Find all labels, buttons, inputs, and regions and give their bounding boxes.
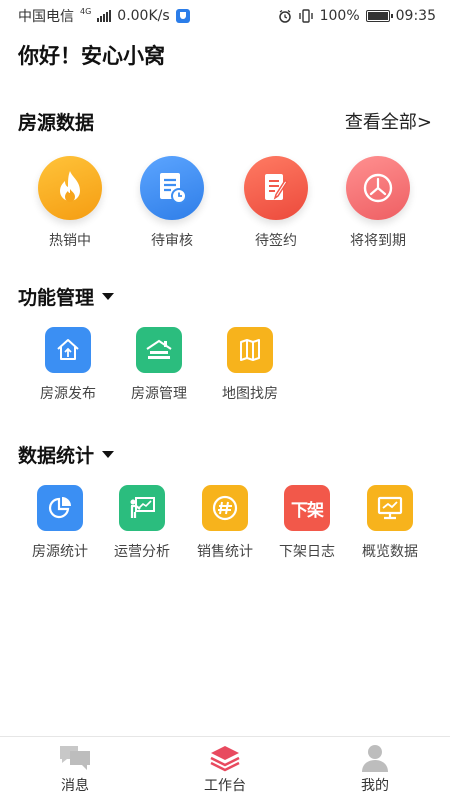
listing-item-expiring[interactable]: 将将到期 <box>345 156 411 250</box>
listing-item-label: 待签约 <box>255 233 297 249</box>
delist-icon-text: 下架 <box>291 500 324 521</box>
pie-chart-icon <box>37 485 83 531</box>
caret-down-icon <box>102 293 115 300</box>
hashtag-icon <box>202 485 248 531</box>
stats-item-delist-log[interactable]: 下架 下架日志 <box>270 485 344 561</box>
data-stats-title-text: 数据统计 <box>18 445 95 467</box>
data-stats-title[interactable]: 数据统计 <box>18 441 115 468</box>
contract-pen-icon <box>244 156 308 220</box>
stats-item-label: 房源统计 <box>32 544 88 560</box>
network-speed: 0.00K/s <box>117 8 170 24</box>
stats-item-label: 概览数据 <box>362 544 418 560</box>
stats-item-label: 销售统计 <box>197 544 253 560</box>
stats-item-listing[interactable]: 房源统计 <box>23 485 97 561</box>
house-upload-icon <box>45 327 91 373</box>
nav-tab-messages[interactable]: 消息 <box>0 737 150 800</box>
clock: 09:35 <box>395 8 436 24</box>
chat-icon <box>60 745 90 770</box>
function-item-publish[interactable]: 房源发布 <box>31 327 105 403</box>
function-item-manage[interactable]: 房源管理 <box>122 327 196 403</box>
bottom-nav: 消息 工作台 我的 <box>0 736 450 800</box>
network-type: 4G <box>80 7 92 16</box>
listing-item-hot-sale[interactable]: 热销中 <box>37 156 103 250</box>
nav-label: 消息 <box>61 777 89 794</box>
nav-label: 我的 <box>361 777 389 794</box>
layers-icon <box>210 745 240 771</box>
nav-label: 工作台 <box>204 777 246 794</box>
presentation-icon <box>119 485 165 531</box>
user-icon <box>362 744 388 772</box>
map-icon <box>227 327 273 373</box>
function-item-map[interactable]: 地图找房 <box>213 327 287 403</box>
signal-icon <box>97 10 112 22</box>
alarm-icon <box>278 9 291 23</box>
house-manage-icon <box>136 327 182 373</box>
listing-item-label: 待审核 <box>151 233 193 249</box>
vibrate-icon <box>298 9 313 23</box>
monitor-icon <box>367 485 413 531</box>
carrier-name: 中国电信 <box>18 9 74 25</box>
view-all-link[interactable]: 查看全部> <box>345 108 432 134</box>
nav-tab-workbench[interactable]: 工作台 <box>150 737 300 800</box>
nav-tab-mine[interactable]: 我的 <box>300 737 450 800</box>
listing-item-pending-review[interactable]: 待审核 <box>139 156 205 250</box>
listing-data-title: 房源数据 <box>18 108 94 135</box>
stats-item-overview[interactable]: 概览数据 <box>353 485 427 561</box>
stats-item-label: 下架日志 <box>279 544 335 560</box>
stats-item-operations[interactable]: 运营分析 <box>105 485 179 561</box>
function-item-label: 房源发布 <box>40 386 96 402</box>
listing-item-pending-signing[interactable]: 待签约 <box>243 156 309 250</box>
flame-icon <box>38 156 102 220</box>
battery-percent: 100% <box>319 8 360 24</box>
document-clock-icon <box>140 156 204 220</box>
stats-item-sales[interactable]: 销售统计 <box>188 485 262 561</box>
battery-icon <box>365 10 393 22</box>
delist-icon: 下架 <box>284 485 330 531</box>
status-bar: 中国电信 4G 0.00K/s 100% 09:35 <box>0 0 450 32</box>
listing-item-label: 热销中 <box>49 233 91 249</box>
greeting-title: 你好！安心小窝 <box>18 44 165 68</box>
caret-down-icon <box>102 451 115 458</box>
function-mgmt-title-text: 功能管理 <box>18 287 95 309</box>
function-mgmt-title[interactable]: 功能管理 <box>18 283 115 310</box>
listing-data-title-text: 房源数据 <box>18 112 95 134</box>
function-item-label: 地图找房 <box>222 386 278 402</box>
function-item-label: 房源管理 <box>131 386 187 402</box>
stats-item-label: 运营分析 <box>114 544 170 560</box>
expiry-clock-icon <box>346 156 410 220</box>
listing-item-label: 将将到期 <box>350 233 406 249</box>
shield-icon <box>175 9 190 23</box>
